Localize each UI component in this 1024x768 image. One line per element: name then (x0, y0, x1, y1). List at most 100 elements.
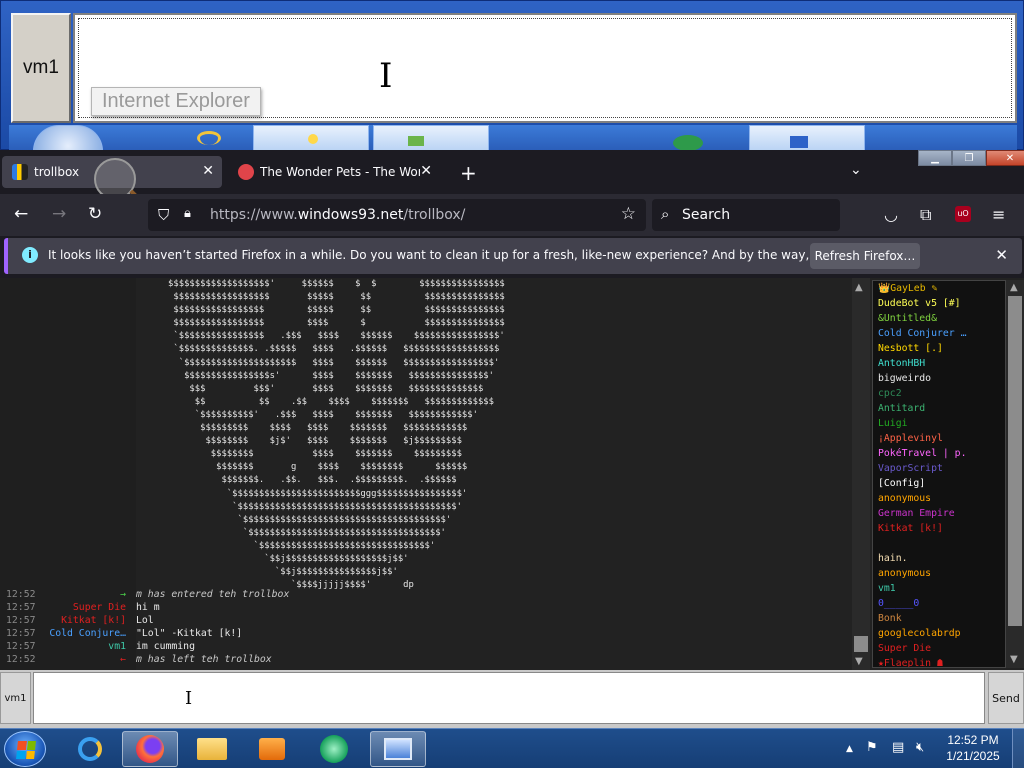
refresh-firefox-notification: i It looks like you haven’t started Fire… (4, 238, 1022, 274)
user-list-item[interactable]: [Config] (873, 476, 1005, 491)
close-notification-icon[interactable]: ✕ (995, 246, 1008, 264)
legacy-ie-icon[interactable] (189, 125, 229, 151)
refresh-firefox-button[interactable]: Refresh Firefox… (810, 243, 920, 269)
network-icon[interactable]: ▤ (892, 740, 904, 755)
chat-scrollbar[interactable]: ▲ ▼ (852, 278, 870, 670)
internet-explorer-icon[interactable] (62, 731, 118, 767)
user-list-item[interactable]: AntonHBH (873, 356, 1005, 371)
user-list-item[interactable]: DudeBot v5 [#] (873, 296, 1005, 311)
list-all-tabs-chevron-icon[interactable]: ⌄ (850, 162, 862, 178)
scroll-up-icon[interactable]: ▲ (855, 282, 863, 293)
ublock-origin-icon[interactable]: uO (955, 206, 971, 222)
user-list-item[interactable]: Bonk (873, 611, 1005, 626)
user-list-item[interactable]: 0_____0 (873, 596, 1005, 611)
pocket-icon[interactable]: ◡ (884, 205, 898, 224)
user-list-item[interactable]: &Untitled& (873, 311, 1005, 326)
user-list-item[interactable]: hain. (873, 551, 1005, 566)
user-list-item[interactable]: VaporScript (873, 461, 1005, 476)
start-button[interactable] (4, 731, 46, 767)
text-cursor-icon: I (185, 688, 193, 709)
user-list-item[interactable] (873, 536, 1005, 551)
trollbox-favicon-icon (12, 164, 28, 180)
hamburger-menu-icon[interactable]: ≡ (992, 205, 1005, 224)
user-list-item[interactable]: Luigi (873, 416, 1005, 431)
scroll-up-icon[interactable]: ▲ (1010, 282, 1018, 293)
scroll-down-icon[interactable]: ▼ (855, 656, 863, 667)
chat-message: 12:57 vm1 im cumming (0, 640, 852, 653)
scroll-down-icon[interactable]: ▼ (1010, 654, 1018, 665)
back-arrow-icon[interactable]: ← (14, 204, 28, 224)
user-list-item[interactable]: Cold Conjurer … (873, 326, 1005, 341)
message-text: m has left teh trollbox (136, 654, 272, 665)
new-tab-button[interactable]: + (460, 161, 477, 185)
extensions-icon[interactable]: ⧉ (920, 205, 931, 225)
search-box[interactable]: ⌕ Search (652, 199, 840, 231)
reload-icon[interactable]: ↻ (88, 204, 102, 224)
remote-desktop-icon[interactable] (370, 731, 426, 767)
chat-scroll-thumb[interactable] (854, 636, 868, 652)
send-button[interactable]: Send (988, 672, 1024, 724)
legacy-task-button[interactable] (373, 125, 489, 151)
legacy-task-button[interactable] (749, 125, 865, 151)
legacy-task-button[interactable] (253, 125, 369, 151)
user-list-item[interactable]: ¡Applevinyl (873, 431, 1005, 446)
volume-muted-icon[interactable]: 🔇︎ (916, 740, 924, 755)
lock-icon[interactable]: 🔒︎ (184, 206, 191, 221)
close-window-button[interactable]: ✕ (986, 150, 1024, 166)
nickname-button[interactable]: vm1 (0, 672, 31, 724)
chat-input-bar: vm1 I Send (0, 670, 1024, 728)
user-list-item[interactable]: 👑GayLeb ✎ (873, 281, 1005, 296)
url-text[interactable]: https://www.windows93.net/trollbox/ (210, 207, 465, 223)
tracking-shield-icon[interactable]: ⛉ (158, 206, 169, 224)
user-list-item[interactable]: cpc2 (873, 386, 1005, 401)
chat-area[interactable]: $$$$$$$$$$$$$$$$$$$' $$$$$$ $ $ $$$$$$$$… (0, 278, 852, 670)
message-text: hi m (136, 602, 160, 613)
message-nick[interactable]: Cold Conjure… (49, 627, 126, 640)
user-list-item[interactable]: PokéTravel | p. (873, 446, 1005, 461)
chat-message-input[interactable] (33, 672, 985, 724)
user-list-item[interactable]: Antitard (873, 401, 1005, 416)
show-hidden-icons-icon[interactable]: ▲ (846, 744, 853, 754)
user-list-item[interactable]: googlecolabrdp (873, 626, 1005, 641)
user-list-item[interactable]: Kitkat [k!] (873, 521, 1005, 536)
user-list-item[interactable]: anonymous (873, 491, 1005, 506)
show-desktop-button[interactable] (1012, 728, 1024, 768)
user-list-scrollbar[interactable]: ▲ ▼ (1006, 280, 1024, 668)
close-tab-icon[interactable]: ✕ (420, 163, 432, 179)
user-list-item[interactable]: anonymous (873, 566, 1005, 581)
user-list-item[interactable]: ★Flaeplin ☗ (873, 656, 1005, 667)
message-text: m has entered teh trollbox (136, 589, 290, 600)
message-nick[interactable]: → (120, 588, 126, 601)
minimize-button[interactable]: ▁ (918, 150, 952, 166)
chat-message: 12:57 Kitkat [k!] Lol (0, 614, 852, 627)
user-list-item[interactable]: Super Die (873, 641, 1005, 656)
user-list-item[interactable]: German Empire (873, 506, 1005, 521)
firefox-icon[interactable] (122, 731, 178, 767)
ascii-art: $$$$$$$$$$$$$$$$$$$' $$$$$$ $ $ $$$$$$$$… (168, 279, 505, 591)
message-nick[interactable]: ← (120, 653, 126, 666)
legacy-start-orb[interactable] (33, 125, 103, 151)
legacy-media-icon[interactable] (659, 125, 719, 151)
system-clock[interactable]: 12:52 PM 1/21/2025 (942, 732, 1004, 764)
action-center-icon[interactable]: ⚑ (866, 740, 878, 755)
maximize-button[interactable]: ❐ (952, 150, 986, 166)
message-time: 12:57 (6, 602, 36, 613)
forward-arrow-icon[interactable]: → (52, 204, 66, 224)
wonder-pets-favicon-icon (238, 164, 254, 180)
user-list-item[interactable]: Nesbott [.] (873, 341, 1005, 356)
close-tab-icon[interactable]: ✕ (202, 163, 214, 179)
message-nick[interactable]: Super Die (73, 601, 126, 614)
user-list-scroll-thumb[interactable] (1008, 296, 1022, 626)
chat-message: 12:52 → m has entered teh trollbox (0, 588, 852, 601)
media-player-icon[interactable] (244, 731, 300, 767)
message-nick[interactable]: vm1 (108, 640, 126, 653)
url-bar[interactable]: ⛉ 🔒︎ https://www.windows93.net/trollbox/… (148, 199, 646, 231)
user-list-item[interactable]: vm1 (873, 581, 1005, 596)
media-center-icon[interactable] (306, 731, 362, 767)
file-explorer-icon[interactable] (184, 731, 240, 767)
tab-wonder-pets[interactable]: The Wonder Pets - The Wonder ✕ (228, 156, 440, 188)
legacy-window: vm1 Internet Explorer I (0, 0, 1024, 151)
message-nick[interactable]: Kitkat [k!] (61, 614, 126, 627)
bookmark-star-icon[interactable]: ☆ (621, 204, 636, 224)
user-list-item[interactable]: bigweirdo (873, 371, 1005, 386)
